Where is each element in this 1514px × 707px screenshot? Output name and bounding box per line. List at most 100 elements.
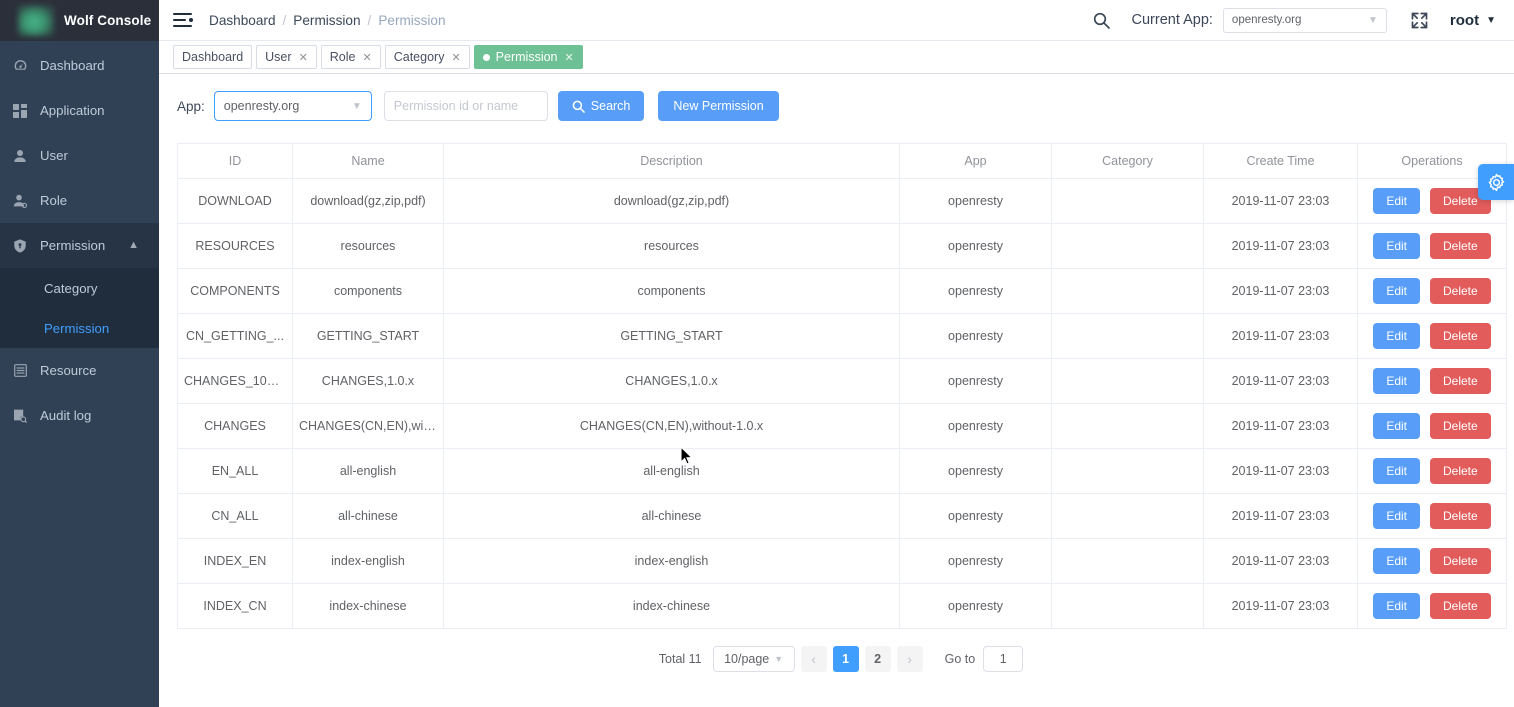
close-icon[interactable]: ✕: [451, 51, 460, 64]
cell-category: [1051, 403, 1204, 449]
filter-app-select[interactable]: openresty.org ▼: [213, 91, 372, 121]
sidebar-subitem-permission[interactable]: Permission: [0, 308, 159, 348]
sidebar-item-permission[interactable]: Permission ▲: [0, 223, 159, 268]
cell-id: CN_ALL: [177, 493, 293, 539]
cell-create-time: 2019-11-07 23:03: [1203, 493, 1358, 539]
cell-id: CN_GETTING_...: [177, 313, 293, 359]
fullscreen-icon[interactable]: [1411, 12, 1428, 29]
delete-button[interactable]: Delete: [1430, 323, 1491, 349]
delete-button[interactable]: Delete: [1430, 503, 1491, 529]
delete-button[interactable]: Delete: [1430, 593, 1491, 619]
page-button-2[interactable]: 2: [864, 646, 891, 672]
cell-create-time: 2019-11-07 23:03: [1203, 538, 1358, 584]
cell-app: openresty: [899, 223, 1052, 269]
delete-button[interactable]: Delete: [1430, 548, 1491, 574]
cell-name: GETTING_START: [292, 313, 444, 359]
close-icon[interactable]: ✕: [299, 51, 308, 64]
settings-fab-button[interactable]: [1478, 164, 1514, 200]
chevron-down-icon: ▼: [774, 654, 784, 664]
delete-button[interactable]: Delete: [1430, 458, 1491, 484]
edit-button[interactable]: Edit: [1373, 458, 1420, 484]
chevron-down-icon: ▼: [351, 100, 362, 112]
edit-button[interactable]: Edit: [1373, 188, 1420, 214]
sidebar-subitem-category[interactable]: Category: [0, 268, 159, 308]
username: root: [1449, 11, 1480, 29]
prev-page-button[interactable]: ‹: [800, 646, 827, 672]
cell-description: download(gz,zip,pdf): [443, 178, 900, 224]
delete-button[interactable]: Delete: [1430, 233, 1491, 259]
cell-name: index-chinese: [292, 583, 444, 629]
search-input[interactable]: [383, 91, 548, 121]
chevron-up-icon: ▲: [128, 239, 139, 251]
tab-dashboard[interactable]: Dashboard: [173, 45, 253, 69]
close-icon[interactable]: ✕: [565, 51, 574, 64]
cell-operations: Edit Delete: [1357, 583, 1507, 629]
tab-permission[interactable]: Permission ✕: [473, 45, 583, 69]
table-row: EN_ALL all-english all-english openresty 201…: [177, 448, 1507, 494]
cell-name: components: [292, 268, 444, 314]
cell-category: [1051, 493, 1204, 539]
dashboard-icon: [9, 58, 31, 73]
table-row: RESOURCES resources resources openresty 2019…: [177, 223, 1507, 269]
sidebar-logo[interactable]: Wolf Console: [0, 0, 159, 41]
page-size-select[interactable]: 10/page ▼: [712, 646, 795, 672]
current-app-select[interactable]: openresty.org ▼: [1222, 7, 1387, 33]
cell-description: components: [443, 268, 900, 314]
search-button[interactable]: Search: [557, 91, 645, 121]
edit-button[interactable]: Edit: [1373, 368, 1420, 394]
sidebar-item-dashboard[interactable]: Dashboard: [0, 43, 159, 88]
sidebar-item-application[interactable]: Application: [0, 88, 159, 133]
sidebar-item-user[interactable]: User: [0, 133, 159, 178]
tabs-bar: Dashboard User ✕ Role ✕ Category ✕ Permi…: [159, 41, 1514, 74]
table-row: INDEX_CN index-chinese index-chinese openre…: [177, 583, 1507, 629]
cell-operations: Edit Delete: [1357, 493, 1507, 539]
cell-create-time: 2019-11-07 23:03: [1203, 403, 1358, 449]
tab-label: User: [265, 50, 292, 64]
table-body: DOWNLOAD download(gz,zip,pdf) download(gz,…: [177, 178, 1507, 629]
next-page-button[interactable]: ›: [896, 646, 923, 672]
sidebar-item-audit-log[interactable]: Audit log: [0, 393, 159, 438]
tab-role[interactable]: Role ✕: [320, 45, 381, 69]
cell-description: all-english: [443, 448, 900, 494]
delete-button[interactable]: Delete: [1430, 278, 1491, 304]
search-icon[interactable]: [1093, 12, 1110, 29]
edit-button[interactable]: Edit: [1373, 593, 1420, 619]
page-button-1[interactable]: 1: [832, 646, 859, 672]
sidebar-subitem-label: Permission: [44, 320, 110, 336]
edit-button[interactable]: Edit: [1373, 413, 1420, 439]
edit-button[interactable]: Edit: [1373, 278, 1420, 304]
current-app-label: Current App:: [1131, 12, 1213, 28]
breadcrumb-item-dashboard[interactable]: Dashboard: [209, 13, 276, 28]
hamburger-icon[interactable]: [173, 12, 193, 28]
cell-id: RESOURCES: [177, 223, 293, 269]
edit-button[interactable]: Edit: [1373, 503, 1420, 529]
tab-user[interactable]: User ✕: [256, 45, 317, 69]
column-header-description: Description: [443, 143, 900, 179]
delete-button[interactable]: Delete: [1430, 368, 1491, 394]
edit-button[interactable]: Edit: [1373, 548, 1420, 574]
cell-category: [1051, 448, 1204, 494]
cell-description: all-chinese: [443, 493, 900, 539]
goto-page-input[interactable]: [983, 646, 1024, 672]
cell-create-time: 2019-11-07 23:03: [1203, 583, 1358, 629]
sidebar: Wolf Console Dashboard Application User …: [0, 0, 159, 707]
cell-category: [1051, 268, 1204, 314]
sidebar-item-label: Dashboard: [40, 58, 105, 73]
new-permission-button[interactable]: New Permission: [658, 91, 779, 121]
sidebar-item-resource[interactable]: Resource: [0, 348, 159, 393]
edit-button[interactable]: Edit: [1373, 233, 1420, 259]
breadcrumb-item-permission[interactable]: Permission: [293, 13, 360, 28]
table-row: CN_ALL all-chinese all-chinese openresty 201…: [177, 493, 1507, 539]
user-menu[interactable]: root ▼: [1450, 12, 1496, 29]
close-icon[interactable]: ✕: [363, 51, 372, 64]
main-area: Dashboard / Permission / Permission Curr…: [159, 0, 1514, 707]
column-header-id: ID: [177, 143, 293, 179]
cell-description: CHANGES,1.0.x: [443, 358, 900, 404]
sidebar-item-role[interactable]: Role: [0, 178, 159, 223]
edit-button[interactable]: Edit: [1373, 323, 1420, 349]
delete-button[interactable]: Delete: [1430, 413, 1491, 439]
sidebar-item-label: Resource: [40, 363, 97, 378]
tab-category[interactable]: Category ✕: [384, 45, 470, 69]
app-title: Wolf Console: [64, 13, 152, 28]
cell-app: openresty: [899, 583, 1052, 629]
